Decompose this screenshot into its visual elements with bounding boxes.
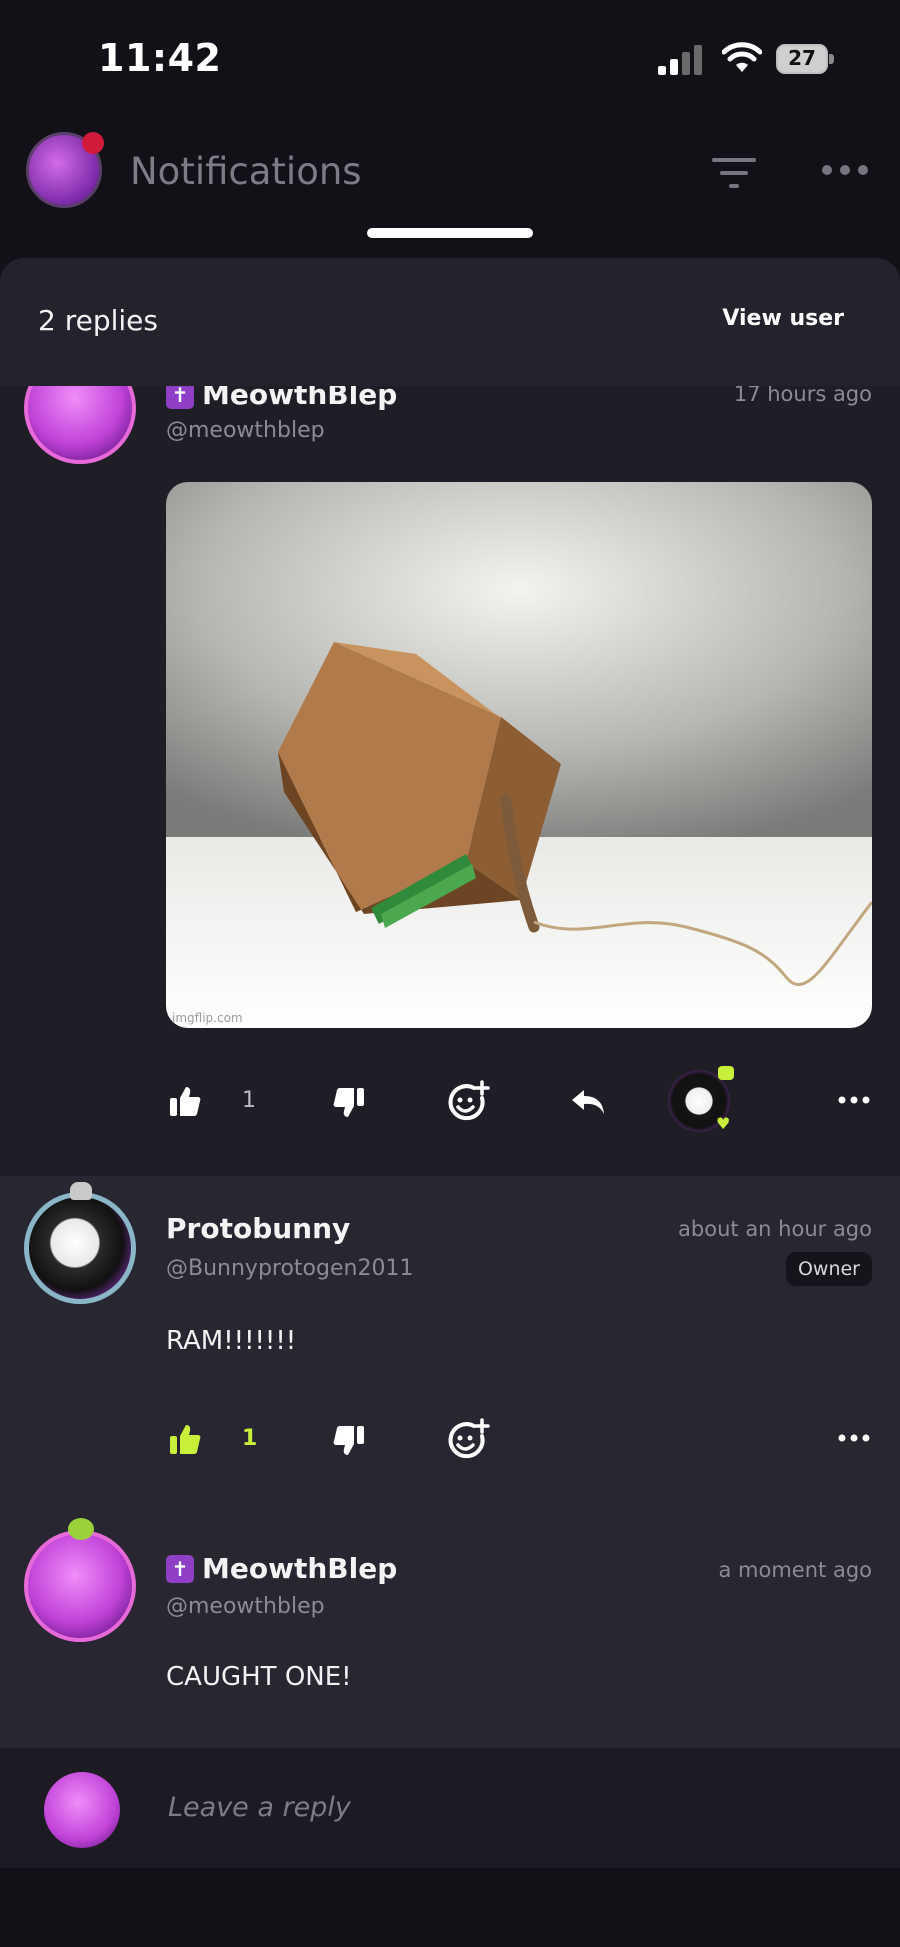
reactors-avatar[interactable]: ♥ (664, 1062, 738, 1136)
reply-input[interactable]: Leave a reply (168, 1792, 351, 1823)
battery-level: 27 (788, 46, 816, 70)
replies-count: 2 replies (38, 304, 158, 337)
username[interactable]: MeowthBlep (202, 1552, 397, 1585)
image-watermark: imgflip.com (172, 1011, 243, 1025)
user-handle: @Bunnyprotogen2011 (166, 1256, 414, 1281)
more-options-icon[interactable] (838, 1090, 870, 1110)
post-time: about an hour ago (678, 1217, 872, 1241)
wifi-icon (722, 42, 762, 72)
dislike-icon[interactable] (332, 1086, 366, 1120)
hat-accessory-icon (70, 1182, 92, 1200)
more-options-icon[interactable] (820, 158, 870, 182)
reply-card (0, 1498, 900, 1748)
like-icon[interactable] (168, 1422, 202, 1456)
user-handle: @meowthblep (166, 1594, 325, 1619)
avatar[interactable] (24, 1530, 136, 1642)
replies-sheet-header: 2 replies View user (0, 258, 900, 386)
status-time: 11:42 (98, 36, 222, 80)
more-options-icon[interactable] (838, 1428, 870, 1448)
reply-text: RAM!!!!!!! (166, 1326, 297, 1356)
reply-composer (0, 1748, 900, 1868)
sheet-grabber[interactable] (367, 228, 533, 238)
cross-badge-icon: ✝ (166, 1555, 194, 1583)
username[interactable]: Protobunny (166, 1212, 350, 1245)
like-count: 1 (242, 1088, 256, 1113)
page-title: Notifications (130, 150, 362, 193)
like-count: 1 (242, 1426, 258, 1451)
chat-badge-icon (718, 1066, 734, 1080)
view-user-button[interactable]: View user (722, 306, 844, 331)
cellular-signal-icon (658, 45, 702, 75)
add-reaction-icon[interactable] (446, 1080, 490, 1124)
add-reaction-icon[interactable] (446, 1418, 490, 1462)
heart-badge-icon: ♥ (716, 1114, 731, 1133)
frog-accessory-icon (68, 1518, 94, 1540)
post-time: a moment ago (718, 1558, 873, 1582)
bottom-safe-area (0, 1868, 900, 1947)
reply-icon[interactable] (570, 1088, 606, 1116)
notification-dot (82, 132, 104, 154)
battery-icon: 27 (776, 44, 836, 74)
avatar (44, 1772, 120, 1848)
user-handle: @meowthblep (166, 418, 325, 443)
owner-badge: Owner (785, 1252, 872, 1286)
like-icon[interactable] (168, 1084, 202, 1118)
dislike-icon[interactable] (332, 1424, 366, 1458)
avatar[interactable] (24, 1192, 136, 1304)
post-image[interactable]: imgflip.com (166, 482, 872, 1028)
reply-text: CAUGHT ONE! (166, 1662, 352, 1692)
box-trap-image: imgflip.com (166, 482, 872, 1028)
filter-icon[interactable] (712, 156, 756, 190)
